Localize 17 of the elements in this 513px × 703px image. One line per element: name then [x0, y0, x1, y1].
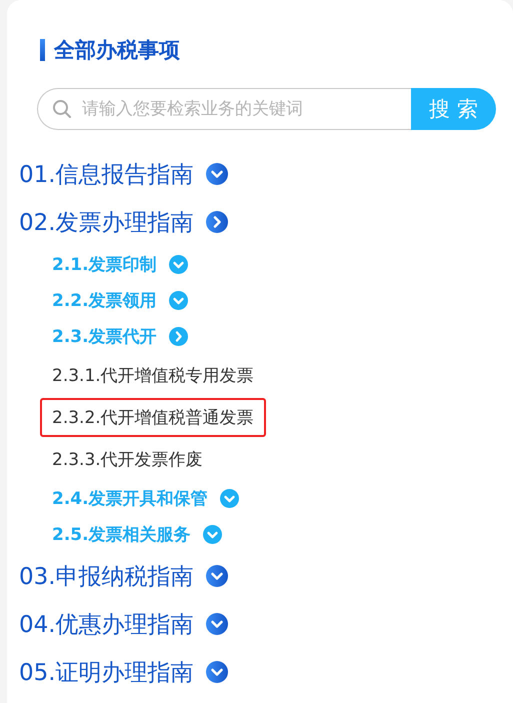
chevron-icon[interactable] [206, 661, 228, 683]
search-field[interactable]: 请输入您要检索业务的关键词 [37, 88, 411, 130]
tree-item[interactable]: 2.3.1.代开增值税专用发票 [40, 356, 266, 394]
tree-item[interactable]: 05.证明办理指南 [19, 656, 194, 688]
search-icon [52, 99, 72, 119]
tree-item[interactable]: 02.发票办理指南 [19, 206, 194, 238]
tree-item[interactable]: 2.3.3.代开发票作废 [40, 440, 215, 478]
tree-item[interactable]: 2.3.2.代开增值税普通发票 [40, 398, 266, 436]
chevron-icon[interactable] [206, 211, 228, 233]
tree-item[interactable]: 03.申报纳税指南 [19, 560, 194, 592]
section-title: 全部办税事项 [54, 37, 180, 64]
chevron-icon[interactable] [206, 613, 228, 635]
title-accent-bar [40, 39, 45, 61]
chevron-icon[interactable] [206, 163, 228, 185]
tree-item[interactable]: 01.信息报告指南 [19, 158, 194, 190]
tree-item[interactable]: 04.优惠办理指南 [19, 608, 194, 640]
chevron-icon[interactable] [206, 565, 228, 587]
